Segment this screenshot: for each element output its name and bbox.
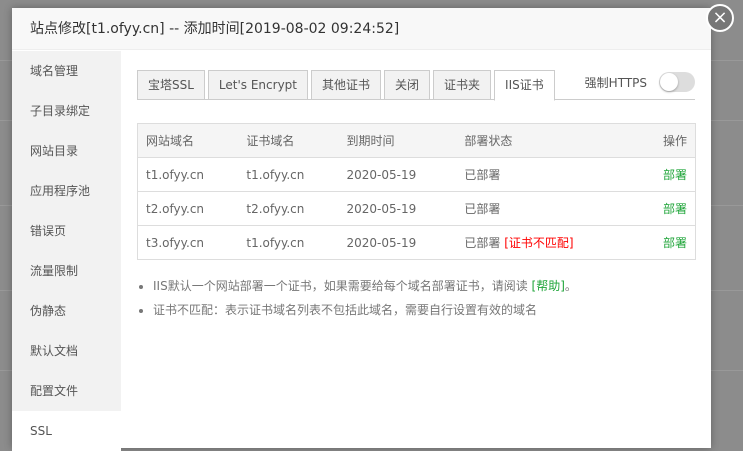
- dialog-title: 站点修改[t1.ofyy.cn] -- 添加时间[2019-08-02 09:2…: [12, 8, 711, 50]
- sidebar-item-traffic[interactable]: 流量限制: [12, 251, 121, 291]
- site-edit-dialog: 站点修改[t1.ofyy.cn] -- 添加时间[2019-08-02 09:2…: [12, 4, 734, 451]
- cert-domain: t2.ofyy.cn: [238, 191, 339, 226]
- status-text: 已部署: [464, 236, 501, 250]
- sidebar-item-rewrite[interactable]: 伪静态: [12, 291, 121, 331]
- table-row: t2.ofyy.cn t2.ofyy.cn 2020-05-19 已部署 部署: [137, 191, 696, 226]
- deploy-status: 已部署 [证书不匹配]: [456, 225, 635, 260]
- deploy-button[interactable]: 部署: [634, 225, 696, 260]
- notes-list: IIS默认一个网站部署一个证书，如果需要给每个域名部署证书，请阅读 [帮助]。 …: [137, 274, 695, 322]
- note-item: 证书不匹配：表示证书域名列表不包括此域名，需要自行设置有效的域名: [153, 298, 695, 322]
- help-link[interactable]: [帮助]: [532, 279, 565, 293]
- deploy-button[interactable]: 部署: [634, 191, 696, 226]
- note-text: IIS默认一个网站部署一个证书，如果需要给每个域名部署证书，请阅读: [153, 279, 532, 293]
- ssl-panel: 宝塔SSL Let's Encrypt 其他证书 关闭 证书夹 IIS证书 强制…: [137, 51, 696, 322]
- tab-cert-folder[interactable]: 证书夹: [433, 70, 492, 100]
- tab-bt-ssl[interactable]: 宝塔SSL: [137, 70, 205, 100]
- table-row: t1.ofyy.cn t1.ofyy.cn 2020-05-19 已部署 部署: [137, 157, 696, 192]
- force-https: 强制HTTPS: [585, 72, 695, 92]
- cert-table: 网站域名 证书域名 到期时间 部署状态 操作 t1.ofyy.cn t1.ofy…: [137, 123, 696, 260]
- sidebar-item-error-page[interactable]: 错误页: [12, 211, 121, 251]
- tab-close[interactable]: 关闭: [384, 70, 431, 100]
- deploy-status: 已部署: [456, 157, 635, 192]
- col-status: 部署状态: [456, 123, 635, 158]
- expire-date: 2020-05-19: [338, 225, 457, 260]
- force-https-toggle[interactable]: [659, 72, 695, 92]
- site-domain: t1.ofyy.cn: [137, 157, 239, 192]
- note-item: IIS默认一个网站部署一个证书，如果需要给每个域名部署证书，请阅读 [帮助]。: [153, 274, 695, 298]
- tab-iis-cert[interactable]: IIS证书: [494, 70, 555, 101]
- expire-date: 2020-05-19: [338, 157, 457, 192]
- site-domain: t2.ofyy.cn: [137, 191, 239, 226]
- sidebar-item-site-dir[interactable]: 网站目录: [12, 131, 121, 171]
- force-https-label: 强制HTTPS: [584, 75, 647, 90]
- cert-domain: t1.ofyy.cn: [238, 157, 339, 192]
- sidebar: 域名管理 子目录绑定 网站目录 应用程序池 错误页 流量限制 伪静态 默认文档 …: [12, 51, 121, 451]
- status-text: 已部署: [464, 168, 501, 182]
- note-end: 。: [564, 279, 577, 293]
- sidebar-item-app-pool[interactable]: 应用程序池: [12, 171, 121, 211]
- sidebar-item-default-doc[interactable]: 默认文档: [12, 331, 121, 371]
- deploy-status: 已部署: [456, 191, 635, 226]
- status-text: 已部署: [464, 202, 501, 216]
- col-cert: 证书域名: [238, 123, 339, 158]
- expire-date: 2020-05-19: [338, 191, 457, 226]
- mismatch-warning: [证书不匹配]: [504, 236, 574, 250]
- deploy-button[interactable]: 部署: [634, 157, 696, 192]
- sidebar-item-subdir[interactable]: 子目录绑定: [12, 91, 121, 131]
- sidebar-item-ssl[interactable]: SSL: [12, 411, 121, 451]
- sidebar-item-config[interactable]: 配置文件: [12, 371, 121, 411]
- table-row: t3.ofyy.cn t1.ofyy.cn 2020-05-19 已部署 [证书…: [137, 225, 696, 260]
- ssl-tabs: 宝塔SSL Let's Encrypt 其他证书 关闭 证书夹 IIS证书 强制…: [137, 66, 695, 101]
- cert-domain: t1.ofyy.cn: [238, 225, 339, 260]
- col-site: 网站域名: [137, 123, 239, 158]
- close-icon[interactable]: ×: [706, 4, 734, 32]
- col-expire: 到期时间: [338, 123, 457, 158]
- sidebar-item-domain[interactable]: 域名管理: [12, 51, 121, 91]
- tab-lets-encrypt[interactable]: Let's Encrypt: [207, 70, 308, 100]
- table-header: 网站域名 证书域名 到期时间 部署状态 操作: [137, 123, 696, 158]
- site-domain: t3.ofyy.cn: [137, 225, 239, 260]
- col-action: 操作: [634, 123, 696, 158]
- tab-other-cert[interactable]: 其他证书: [311, 70, 382, 100]
